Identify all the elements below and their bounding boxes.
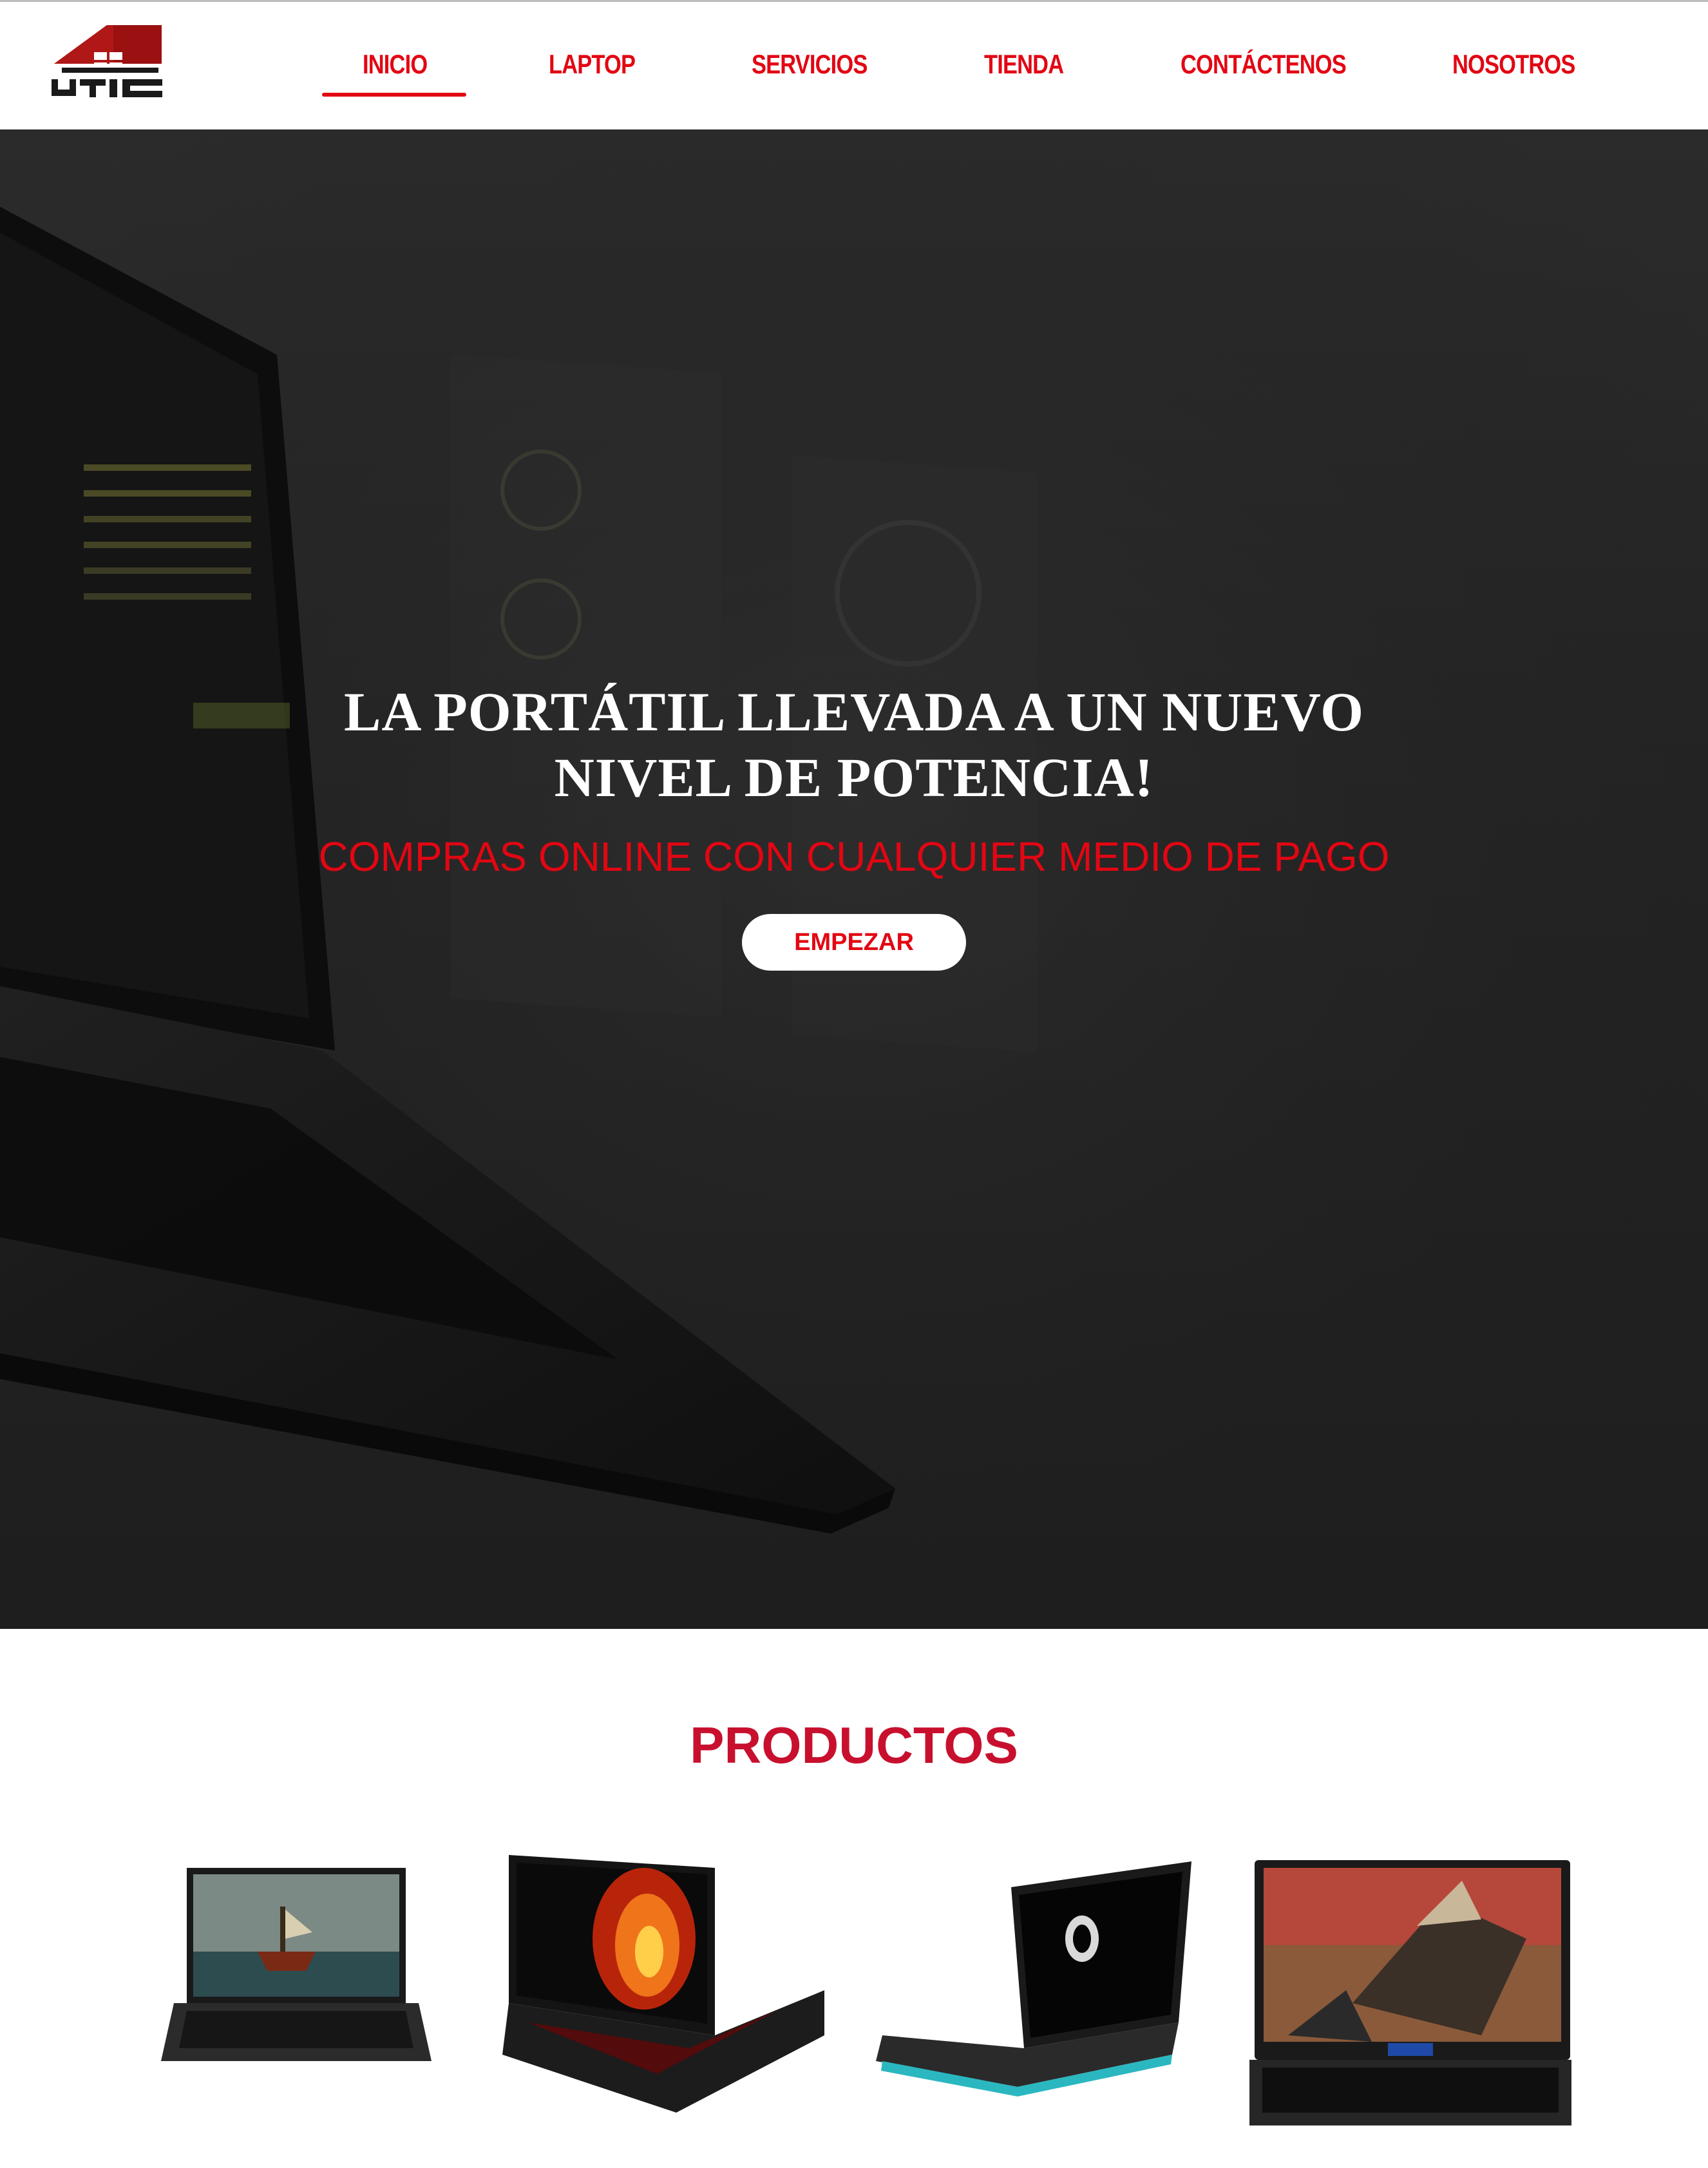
laptop-image-fire-wallpaper-icon	[502, 1855, 824, 2113]
laptop-image-alien-logo-icon	[876, 1861, 1191, 2097]
active-nav-indicator	[322, 93, 466, 97]
site-header: INICIO LAPTOP SERVICIOS TIENDA CONTÁCTEN…	[0, 2, 1708, 129]
nav-item-contactenos[interactable]: CONTÁCTENOS	[1181, 42, 1347, 87]
nav-item-inicio[interactable]: INICIO	[363, 42, 428, 87]
nav-item-laptop[interactable]: LAPTOP	[549, 42, 636, 87]
empezar-button[interactable]: EMPEZAR	[742, 914, 966, 971]
hero-title-line-2: NIVEL DE POTENCIA!	[554, 746, 1154, 808]
hero-title-line-1: LA PORTÁTIL LLEVADA A UN NUEVO	[343, 681, 1364, 743]
hero-subtitle: COMPRAS ONLINE CON CUALQUIER MEDIO DE PA…	[318, 833, 1390, 880]
product-card-3[interactable]	[869, 1842, 1191, 2164]
logo-icon	[52, 25, 162, 97]
product-card-2[interactable]	[502, 1842, 824, 2164]
nav-item-nosotros[interactable]: NOSOTROS	[1452, 42, 1575, 87]
nav-item-tienda[interactable]: TIENDA	[984, 42, 1064, 87]
hero-banner: LA PORTÁTIL LLEVADA A UN NUEVO NIVEL DE …	[0, 129, 1708, 1629]
hero-title: LA PORTÁTIL LLEVADA A UN NUEVO NIVEL DE …	[210, 679, 1498, 810]
brand-logo[interactable]	[49, 25, 165, 109]
products-heading: PRODUCTOS	[690, 1716, 1018, 1774]
product-card-1[interactable]	[148, 1842, 470, 2164]
laptop-image-dragon-wallpaper-icon	[1249, 1860, 1571, 2125]
laptop-image-ship-wallpaper-icon	[161, 1868, 432, 2061]
nav-item-servicios[interactable]: SERVICIOS	[752, 42, 868, 87]
product-card-4[interactable]	[1249, 1842, 1571, 2164]
